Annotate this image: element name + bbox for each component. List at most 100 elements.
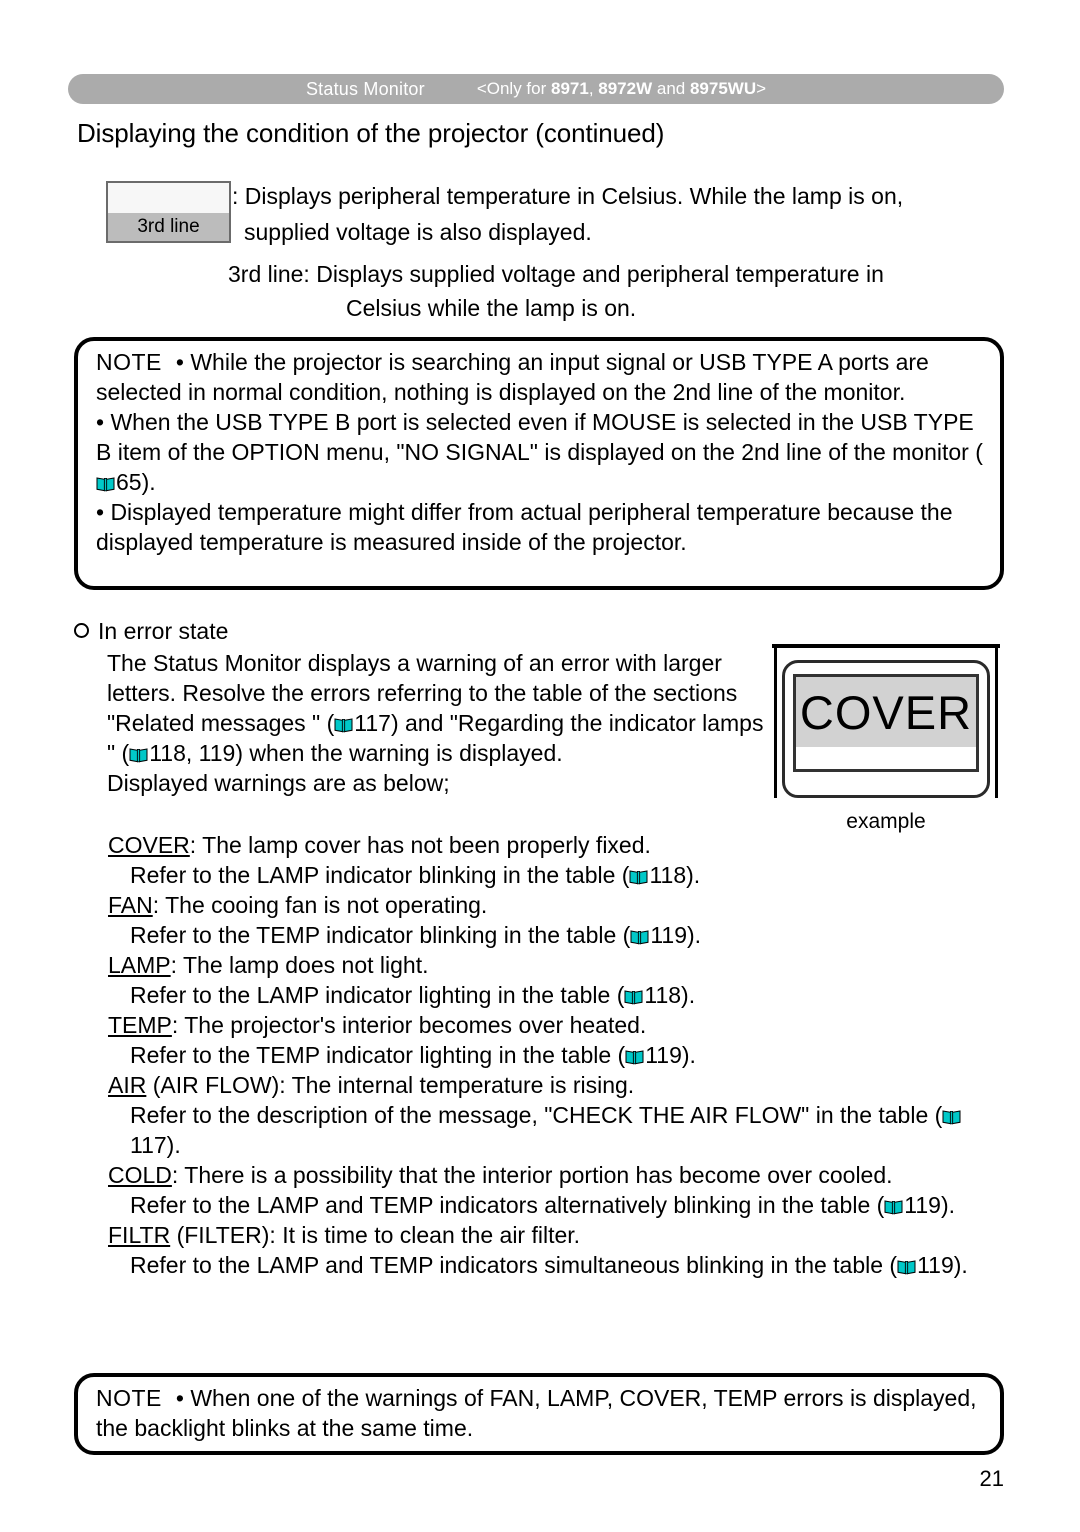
warning-text: : The internal temperature is rising.: [279, 1072, 635, 1098]
note-top-page-ref-65: 65: [116, 469, 142, 495]
third-line-def-line2: Celsius while the lamp is on.: [346, 295, 637, 321]
warning-code: LAMP: [108, 952, 171, 978]
book-icon: [884, 1192, 903, 1215]
warning-sub-page: 119: [645, 1042, 682, 1068]
warning-sub-a: Refer to the LAMP and TEMP indicators al…: [130, 1192, 885, 1218]
example-frame: COVER: [772, 644, 1000, 804]
book-icon: [942, 1102, 961, 1125]
note-top-bullet-2b: ).: [141, 469, 156, 495]
warning-item: AIR (AIR FLOW): The internal temperature…: [108, 1070, 1008, 1160]
error-para-d: Displayed warnings are as below;: [107, 770, 450, 796]
warning-sub-a: Refer to the LAMP indicator lighting in …: [130, 982, 625, 1008]
warning-subtext: Refer to the TEMP indicator blinking in …: [108, 920, 1008, 950]
book-icon: [129, 740, 148, 763]
warning-subtext: Refer to the TEMP indicator lighting in …: [108, 1040, 1008, 1070]
warning-code: FILTR: [108, 1222, 171, 1248]
third-line-chip-block: 3rd line: [106, 181, 231, 243]
status-monitor-example: COVER example: [772, 644, 1002, 833]
warning-sub-page: 118: [649, 862, 687, 888]
warning-code: AIR: [108, 1072, 147, 1098]
example-display-text: COVER: [799, 685, 973, 739]
example-frame-left-leg: [774, 648, 777, 798]
warning-subtext: Refer to the LAMP and TEMP indicators si…: [108, 1250, 1008, 1280]
header-sep-2: and: [652, 79, 690, 98]
warning-code: COVER: [108, 832, 190, 858]
book-icon: [630, 922, 649, 945]
note-box-bottom: NOTE • When one of the warnings of FAN, L…: [74, 1373, 1004, 1455]
warning-subtext: Refer to the LAMP indicator blinking in …: [108, 860, 1008, 890]
warning-item: TEMP: The projector's interior becomes o…: [108, 1010, 1008, 1070]
error-state-paragraph: The Status Monitor displays a warning of…: [107, 648, 777, 798]
header-model-3: 8975WU: [689, 79, 757, 98]
warning-list: COVER: The lamp cover has not been prope…: [108, 830, 1008, 1280]
warning-sub-a: Refer to the description of the message,…: [130, 1102, 943, 1128]
note-top-body: NOTE • While the projector is searching a…: [96, 347, 984, 557]
header-model-1: 8971: [550, 79, 589, 98]
error-para-c: ) when the warning is displayed.: [235, 740, 563, 766]
warning-subtext: Refer to the LAMP indicator lighting in …: [108, 980, 1008, 1010]
example-frame-right-leg: [995, 648, 998, 798]
warning-item: COVER: The lamp cover has not been prope…: [108, 830, 1008, 890]
warning-sub-b: ).: [940, 1192, 956, 1218]
warning-code: COLD: [108, 1162, 172, 1188]
book-icon: [897, 1252, 916, 1275]
warning-item: LAMP: The lamp does not light. Refer to …: [108, 950, 1008, 1010]
circle-bullet-icon: [74, 623, 89, 638]
third-line-desc-line1: : Displays peripheral temperature in Cel…: [232, 183, 904, 209]
warning-code: FAN: [108, 892, 153, 918]
status-monitor-header-bar: Status Monitor <Only for 8971, 8972W and…: [68, 74, 1004, 104]
note-box-top: NOTE • While the projector is searching a…: [74, 337, 1004, 590]
error-para-page-118-119: 118, 119: [149, 740, 236, 766]
header-only-prefix: <Only for: [476, 79, 551, 98]
warning-text: : There is a possibility that the interi…: [171, 1162, 893, 1188]
warning-text: : It is time to clean the air filter.: [269, 1222, 581, 1248]
third-line-definition: 3rd line: Displays supplied voltage and …: [228, 257, 1003, 325]
header-only-suffix: >: [756, 79, 767, 98]
third-line-desc-line2: supplied voltage is also displayed.: [244, 219, 592, 245]
page-title: Displaying the condition of the projecto…: [77, 118, 665, 148]
warning-sub-b: ).: [686, 862, 701, 888]
page-number: 21: [979, 1466, 1004, 1491]
warning-sub-b: ).: [681, 982, 696, 1008]
warning-sub-page: 118: [644, 982, 682, 1008]
warning-sub-page: 119: [904, 1192, 941, 1218]
warning-sub-b: ).: [953, 1252, 968, 1278]
warning-subtext: Refer to the LAMP and TEMP indicators al…: [108, 1190, 1008, 1220]
warning-sub-a: Refer to the LAMP indicator blinking in …: [130, 862, 630, 888]
header-title: Status Monitor: [305, 78, 425, 99]
book-icon: [625, 1042, 644, 1065]
note-bottom-body: NOTE • When one of the warnings of FAN, L…: [96, 1383, 984, 1443]
header-model-2: 8972W: [598, 79, 653, 98]
warning-sub-a: Refer to the LAMP and TEMP indicators si…: [130, 1252, 898, 1278]
warning-sub-a: Refer to the TEMP indicator blinking in …: [130, 922, 631, 948]
third-line-def-line1: 3rd line: Displays supplied voltage and …: [228, 261, 884, 287]
header-sep-1: ,: [588, 79, 599, 98]
warning-text: : The lamp does not light.: [170, 952, 429, 978]
error-state-heading: In error state: [74, 618, 228, 645]
warning-text: : The projector's interior becomes over …: [171, 1012, 647, 1038]
header-model-note: <Only for 8971, 8972W and 8975WU>: [477, 79, 766, 99]
warning-sub-page: 119: [650, 922, 687, 948]
note-bottom-bullet-1: • When one of the warnings of FAN, LAMP,…: [96, 1385, 977, 1441]
warning-text: : The cooing fan is not operating.: [152, 892, 488, 918]
warning-code-suffix: (FILTER): [170, 1222, 270, 1248]
warning-text: : The lamp cover has not been properly f…: [189, 832, 651, 858]
example-lcd-highlight-band: COVER: [796, 677, 976, 747]
third-line-chip-label: 3rd line: [108, 213, 229, 241]
book-icon: [629, 862, 648, 885]
warning-sub-b: ).: [686, 922, 702, 948]
book-icon: [96, 469, 115, 492]
note-top-bullet-2a: • When the USB TYPE B port is selected e…: [96, 409, 983, 465]
note-top-bullet-3: • Displayed temperature might differ fro…: [96, 499, 953, 555]
warning-item: COLD: There is a possibility that the in…: [108, 1160, 1008, 1220]
warning-subtext: Refer to the description of the message,…: [108, 1100, 1008, 1160]
example-frame-top-bar: [772, 644, 1000, 648]
warning-item: FILTR (FILTER): It is time to clean the …: [108, 1220, 1008, 1280]
note-bottom-keyword: NOTE: [96, 1385, 162, 1411]
warning-sub-b: ).: [681, 1042, 696, 1068]
warning-sub-page: 117: [130, 1132, 167, 1158]
book-icon: [334, 710, 353, 733]
book-icon: [624, 982, 643, 1005]
warning-code: TEMP: [108, 1012, 172, 1038]
warning-item: FAN: The cooing fan is not operating. Re…: [108, 890, 1008, 950]
